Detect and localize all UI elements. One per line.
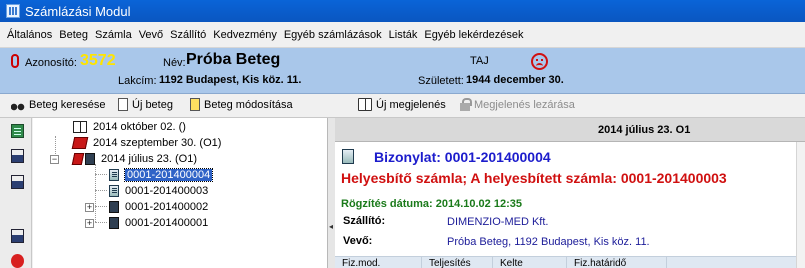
red-book-icon — [71, 153, 85, 165]
menu-kedvezmeny[interactable]: Kedvezmény — [213, 29, 277, 41]
tree-item-label: 0001-201400004 — [123, 168, 214, 182]
column-header[interactable]: Kelte — [493, 257, 567, 268]
printer-icon[interactable] — [11, 175, 24, 189]
patient-address-value: 1192 Budapest, Kis köz. 11. — [159, 74, 302, 86]
supplier-label: Szállító: — [343, 215, 386, 227]
book-icon — [358, 98, 372, 111]
tree-item-label: 2014 szeptember 30. (O1) — [93, 137, 222, 149]
expand-icon[interactable]: + — [85, 219, 94, 228]
patient-search-button[interactable]: Beteg keresése — [11, 98, 105, 111]
document-icon — [109, 217, 119, 229]
recorded-date: Rögzítés dátuma: 2014.10.02 12:35 — [341, 198, 522, 210]
menu-listak[interactable]: Listák — [389, 29, 418, 41]
red-book-icon — [71, 137, 89, 149]
menu-beteg[interactable]: Beteg — [59, 29, 88, 41]
modify-patient-button[interactable]: Beteg módosítása — [190, 98, 293, 111]
tree-item[interactable]: 0001-201400002 — [109, 200, 208, 214]
new-page-icon — [118, 98, 128, 111]
close-visit-button[interactable]: Megjelenés lezárása — [460, 98, 575, 111]
new-patient-button[interactable]: Új beteg — [118, 98, 173, 111]
tree-item-label: 2014 július 23. (O1) — [101, 153, 197, 165]
column-header[interactable]: Fiz.határidő — [567, 257, 667, 268]
tree-line — [95, 190, 107, 191]
window-title: Számlázási Modul — [25, 3, 131, 19]
patient-id-value: 3572 — [80, 52, 116, 69]
new-visit-button[interactable]: Új megjelenés — [358, 98, 446, 111]
document-detail: 2014 július 23. O1 Bizonylat: 0001-20140… — [335, 118, 805, 268]
detail-header-date: 2014 július 23. O1 — [598, 124, 691, 136]
menu-szamla[interactable]: Számla — [95, 29, 132, 41]
modify-patient-label: Beteg módosítása — [204, 98, 293, 111]
splitter-arrow-icon[interactable]: ◂ — [329, 222, 333, 231]
new-visit-label: Új megjelenés — [376, 98, 446, 111]
buyer-label: Vevő: — [343, 235, 373, 247]
patient-header: Azonosító: 3572 Név: Próba Beteg Lakcím:… — [0, 48, 805, 94]
tree-item-label: 2014 október 02. () — [93, 121, 186, 133]
menu-szallito[interactable]: Szállító — [170, 29, 206, 41]
paperclip-icon[interactable] — [11, 54, 19, 68]
printer-icon[interactable] — [11, 149, 24, 163]
menu-vevo[interactable]: Vevő — [139, 29, 163, 41]
close-visit-label: Megjelenés lezárása — [474, 98, 575, 111]
buyer-value: Próba Beteg, 1192 Budapest, Kis köz. 11. — [447, 236, 650, 248]
document-icon — [342, 149, 354, 164]
patient-id-label: Azonosító: — [25, 57, 77, 69]
document-icon — [109, 185, 119, 197]
patient-taj-label: TAJ — [470, 55, 489, 67]
column-header[interactable]: Teljesítés — [422, 257, 493, 268]
left-icon-strip — [0, 118, 32, 268]
printer-icon[interactable] — [11, 229, 24, 243]
document-icon — [109, 201, 119, 213]
tree-item-label: 0001-201400003 — [125, 185, 209, 197]
lock-icon — [460, 98, 472, 111]
tree-item-label: 0001-201400002 — [125, 201, 209, 213]
tree-line — [95, 164, 96, 222]
binoculars-icon — [11, 98, 25, 111]
document-icon — [85, 153, 95, 165]
correction-notice: Helyesbítő számla; A helyesbített számla… — [341, 170, 727, 186]
expand-icon[interactable]: + — [85, 203, 94, 212]
tree-item-label: 0001-201400001 — [125, 217, 209, 229]
tree-line — [95, 206, 107, 207]
tree-item[interactable]: 0001-201400001 — [109, 216, 208, 230]
title-bar: Számlázási Modul — [0, 0, 805, 22]
tree-item[interactable]: 2014 október 02. () — [73, 120, 186, 134]
tree-item[interactable]: 2014 július 23. (O1) — [71, 152, 197, 166]
patient-name-label: Név: — [163, 57, 186, 69]
vertical-scrollbar[interactable] — [796, 142, 805, 268]
tree-line — [95, 174, 107, 175]
menu-egyeb-lekerdezesek[interactable]: Egyéb lekérdezések — [424, 29, 523, 41]
patient-search-label: Beteg keresése — [29, 98, 106, 111]
visit-tree: 2014 október 02. () 2014 szeptember 30. … — [33, 118, 328, 268]
patient-born-value: 1944 december 30. — [466, 74, 564, 86]
patient-name-value: Próba Beteg — [186, 51, 281, 68]
column-header[interactable]: Fiz.mod. — [335, 257, 422, 268]
toolbar: Beteg keresése Új beteg Beteg módosítása… — [0, 94, 805, 118]
collapse-icon[interactable]: − — [50, 155, 59, 164]
patient-born-label: Született: — [418, 75, 464, 87]
document-icon — [109, 169, 119, 181]
menu-altalanos[interactable]: Általános — [7, 29, 52, 41]
panel-splitter[interactable]: ◂ — [328, 118, 335, 268]
calculator-icon[interactable] — [11, 124, 24, 138]
tree-item[interactable]: 2014 szeptember 30. (O1) — [71, 136, 222, 150]
book-icon — [73, 121, 87, 133]
sad-face-icon — [531, 53, 548, 70]
red-tool-icon[interactable] — [11, 254, 24, 268]
supplier-value: DIMENZIO-MED Kft. — [447, 216, 549, 228]
menu-egyeb-szamlazasok[interactable]: Egyéb számlázások — [284, 29, 382, 41]
tree-item-selected[interactable]: 0001-201400004 — [109, 168, 214, 182]
calculator-app-icon — [6, 4, 20, 18]
document-title: Bizonylat: 0001-201400004 — [374, 149, 551, 165]
detail-header: 2014 július 23. O1 — [335, 118, 805, 142]
invoice-table-header: Fiz.mod. Teljesítés Kelte Fiz.határidő — [335, 256, 805, 268]
tree-item[interactable]: 0001-201400003 — [109, 184, 208, 198]
new-patient-label: Új beteg — [132, 98, 173, 111]
tree-line — [95, 222, 107, 223]
patient-address-label: Lakcím: — [118, 75, 157, 87]
menu-bar: Általános Beteg Számla Vevő Szállító Ked… — [0, 22, 805, 48]
edit-page-icon — [190, 98, 200, 111]
